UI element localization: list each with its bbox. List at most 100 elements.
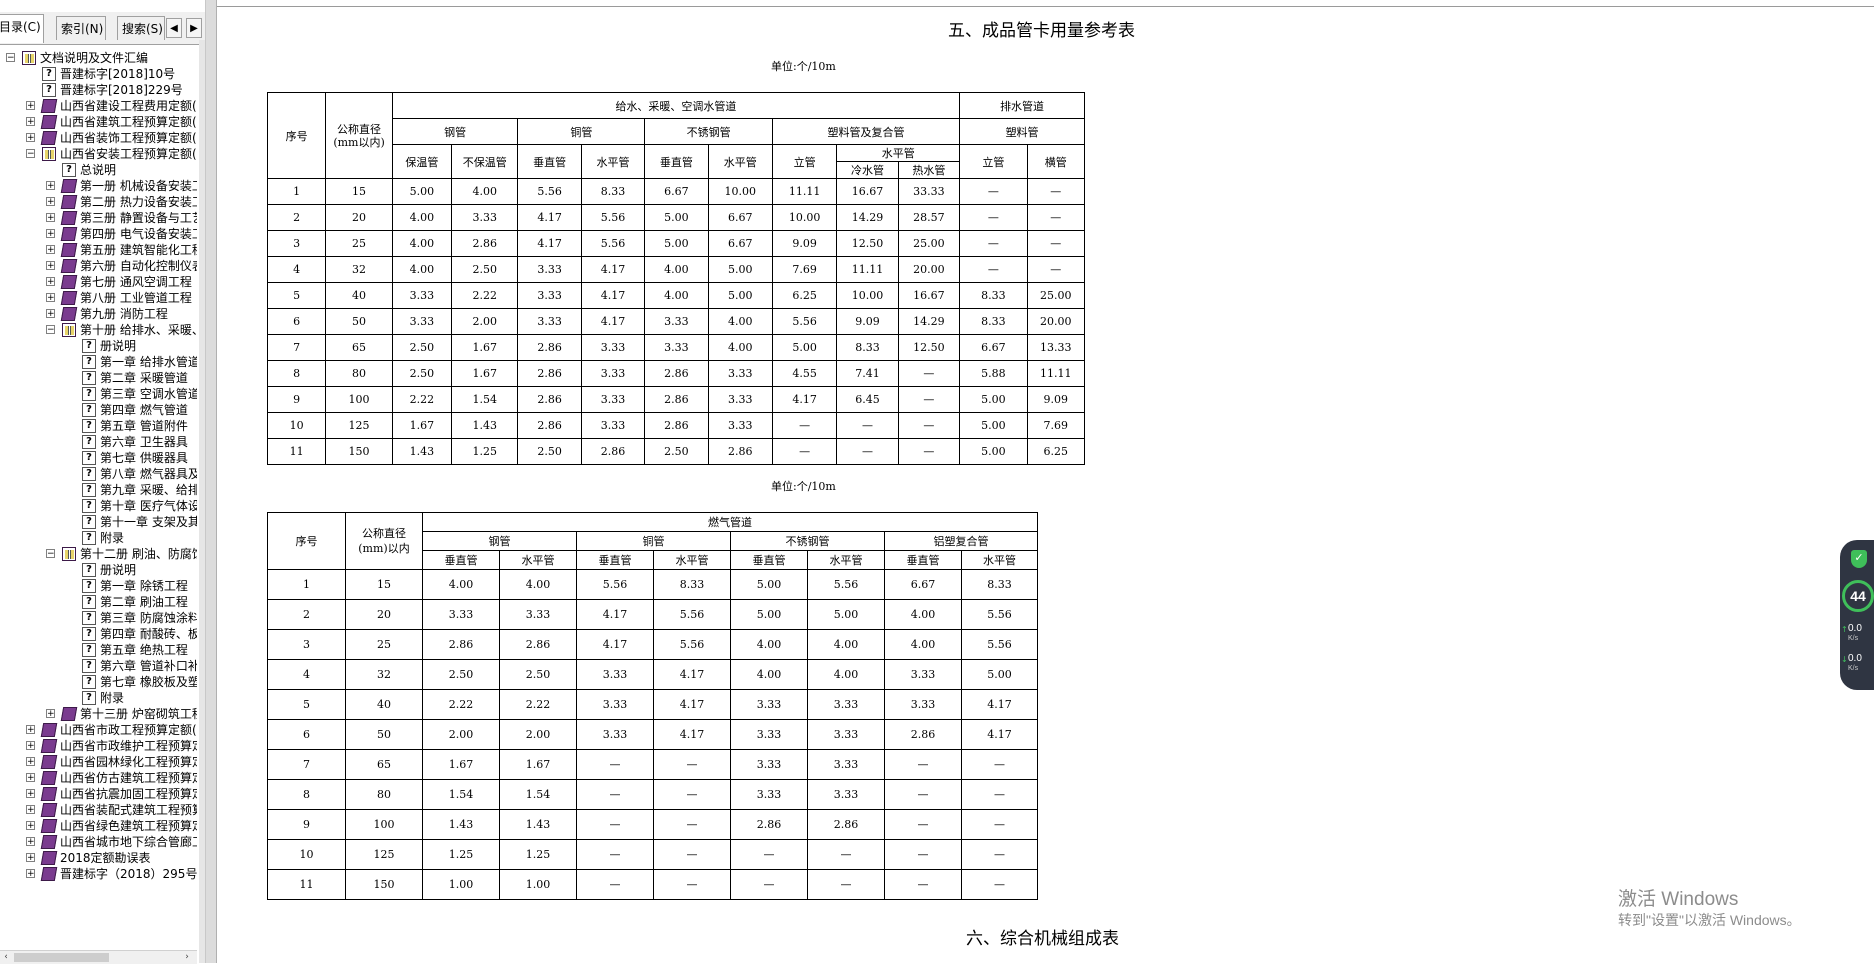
help-page-icon: ?: [82, 499, 96, 513]
table-cell: 3.33: [807, 689, 885, 720]
tree-horizontal-scrollbar[interactable]: ‹ ›: [0, 950, 197, 964]
collapse-icon[interactable]: −: [46, 325, 55, 335]
table-cell: 4.00: [422, 569, 500, 600]
expand-icon[interactable]: +: [26, 757, 35, 767]
table-cell: 16.67: [836, 178, 899, 205]
expand-icon[interactable]: +: [26, 117, 35, 127]
table-cell: 40: [325, 282, 393, 309]
header-horizontal: 水平管: [961, 550, 1038, 570]
tree-item-label: 第三册 静置设备与工艺: [80, 211, 197, 225]
expand-icon[interactable]: +: [26, 821, 35, 831]
tab-search[interactable]: 搜索(S): [117, 16, 165, 40]
collapse-icon[interactable]: −: [26, 149, 35, 159]
table-cell: 4.17: [653, 689, 731, 720]
expand-icon[interactable]: +: [46, 261, 55, 271]
expand-icon[interactable]: +: [46, 309, 55, 319]
expand-icon[interactable]: +: [46, 197, 55, 207]
table-cell: —: [771, 412, 838, 439]
table-cell: 4.00: [707, 308, 773, 335]
expand-icon[interactable]: +: [46, 229, 55, 239]
network-monitor-widget[interactable]: ✓ 44 ↑ 0.0 K/s ↓ 0.0 K/s: [1840, 540, 1874, 690]
book-open-icon: [22, 51, 36, 65]
header-copper: 铜管: [576, 531, 731, 551]
table-cell: 8.33: [836, 334, 899, 361]
expand-icon[interactable]: +: [26, 101, 35, 111]
tree-item-label: 晋建标字（2018）295号: [60, 867, 197, 881]
table-cell: 2.86: [730, 809, 808, 840]
pane-splitter[interactable]: [206, 0, 217, 963]
tab-scroll-left-icon[interactable]: ◀: [166, 18, 182, 38]
table-cell: 7: [266, 334, 327, 361]
tab-scroll-right-icon[interactable]: ▶: [186, 18, 202, 38]
table-cell: —: [884, 869, 962, 900]
tree-item-label: 山西省装配式建筑工程预算: [60, 803, 197, 817]
table-cell: 1.00: [422, 869, 500, 900]
table-cell: 4.17: [517, 204, 582, 231]
help-page-icon: ?: [82, 515, 96, 529]
table-row: 8 80 1.54 1.54— —3.33 3.33— —: [267, 779, 1038, 810]
table-cell: —: [653, 809, 731, 840]
header-steel: 钢管: [391, 118, 519, 145]
expand-icon[interactable]: +: [26, 741, 35, 751]
expand-icon[interactable]: +: [46, 709, 55, 719]
expand-icon[interactable]: +: [26, 837, 35, 847]
page-title: 五、成品管卡用量参考表: [948, 21, 1135, 41]
header-seq: 序号: [266, 92, 327, 179]
table-cell: —: [884, 809, 962, 840]
table-cell: —: [959, 230, 1028, 257]
table-cell: 4.00: [499, 569, 577, 600]
tree-item-label: 第一册 机械设备安装工: [80, 179, 197, 193]
contents-tree: − 文档说明及文件汇编? 晋建标字[2018]10号? 晋建标字[2018]229号 +…: [0, 50, 197, 950]
table-cell: 3.33: [707, 412, 773, 439]
book-closed-icon: [60, 707, 78, 721]
tree-item-label: 第四章 耐酸砖、板衬: [100, 627, 197, 641]
tree-item-label: 第五章 绝热工程: [100, 643, 188, 657]
help-page-icon: ?: [82, 339, 96, 353]
collapse-icon[interactable]: −: [46, 549, 55, 559]
table-cell: 5.00: [707, 282, 773, 309]
expand-icon[interactable]: +: [26, 853, 35, 863]
table-cell: 125: [325, 412, 393, 439]
expand-icon[interactable]: +: [26, 725, 35, 735]
book-closed-icon: [40, 755, 58, 769]
expand-icon[interactable]: +: [46, 245, 55, 255]
tab-contents[interactable]: 目录(C): [0, 14, 44, 43]
table-cell: 1.54: [499, 779, 577, 810]
tree-item-label: 第八章 燃气器具及其: [100, 467, 197, 481]
tab-index[interactable]: 索引(N): [56, 16, 106, 40]
table-row: 10 125 1.67 1.43 2.86 3.33 2.86 3.33— — —5.00 7.69: [266, 412, 1086, 439]
table-cell: —: [807, 869, 885, 900]
table-cell: 1.43: [391, 438, 453, 465]
tree-vertical-scrollbar[interactable]: [199, 40, 205, 963]
expand-icon[interactable]: +: [46, 213, 55, 223]
expand-icon[interactable]: +: [26, 869, 35, 879]
table-cell: —: [653, 779, 731, 810]
table-row: 4 32 2.50 2.50 3.33 4.17 4.00 4.00 3.33 5.00: [267, 659, 1038, 690]
cpu-usage: 44: [1842, 580, 1874, 612]
collapse-icon[interactable]: −: [6, 53, 15, 63]
table-cell: 80: [325, 360, 393, 387]
table-cell: 8.33: [961, 569, 1038, 600]
table-cell: 5.56: [961, 599, 1038, 630]
table-cell: —: [961, 809, 1038, 840]
scroll-right-arrow-icon[interactable]: ›: [181, 951, 193, 964]
table-cell: 4.17: [961, 719, 1038, 750]
expand-icon[interactable]: +: [26, 773, 35, 783]
expand-icon[interactable]: +: [46, 181, 55, 191]
book-closed-icon: [40, 99, 58, 113]
expand-icon[interactable]: +: [46, 277, 55, 287]
table-cell: 15: [345, 569, 423, 600]
pipe-clamp-table-gas: 序号 公称直径 (mm)以内 燃气管道 钢管 铜管 不锈钢管 铝塑复合管 垂直管…: [267, 512, 1038, 900]
scroll-thumb[interactable]: [14, 953, 109, 962]
book-closed-icon: [60, 307, 78, 321]
book-open-icon: [62, 323, 76, 337]
table-cell: —: [1026, 204, 1086, 231]
table-cell: 11: [267, 869, 346, 900]
expand-icon[interactable]: +: [26, 133, 35, 143]
book-closed-icon: [60, 195, 78, 209]
help-page-icon: ?: [82, 435, 96, 449]
expand-icon[interactable]: +: [46, 293, 55, 303]
expand-icon[interactable]: +: [26, 789, 35, 799]
expand-icon[interactable]: +: [26, 805, 35, 815]
scroll-left-arrow-icon[interactable]: ‹: [0, 951, 12, 964]
